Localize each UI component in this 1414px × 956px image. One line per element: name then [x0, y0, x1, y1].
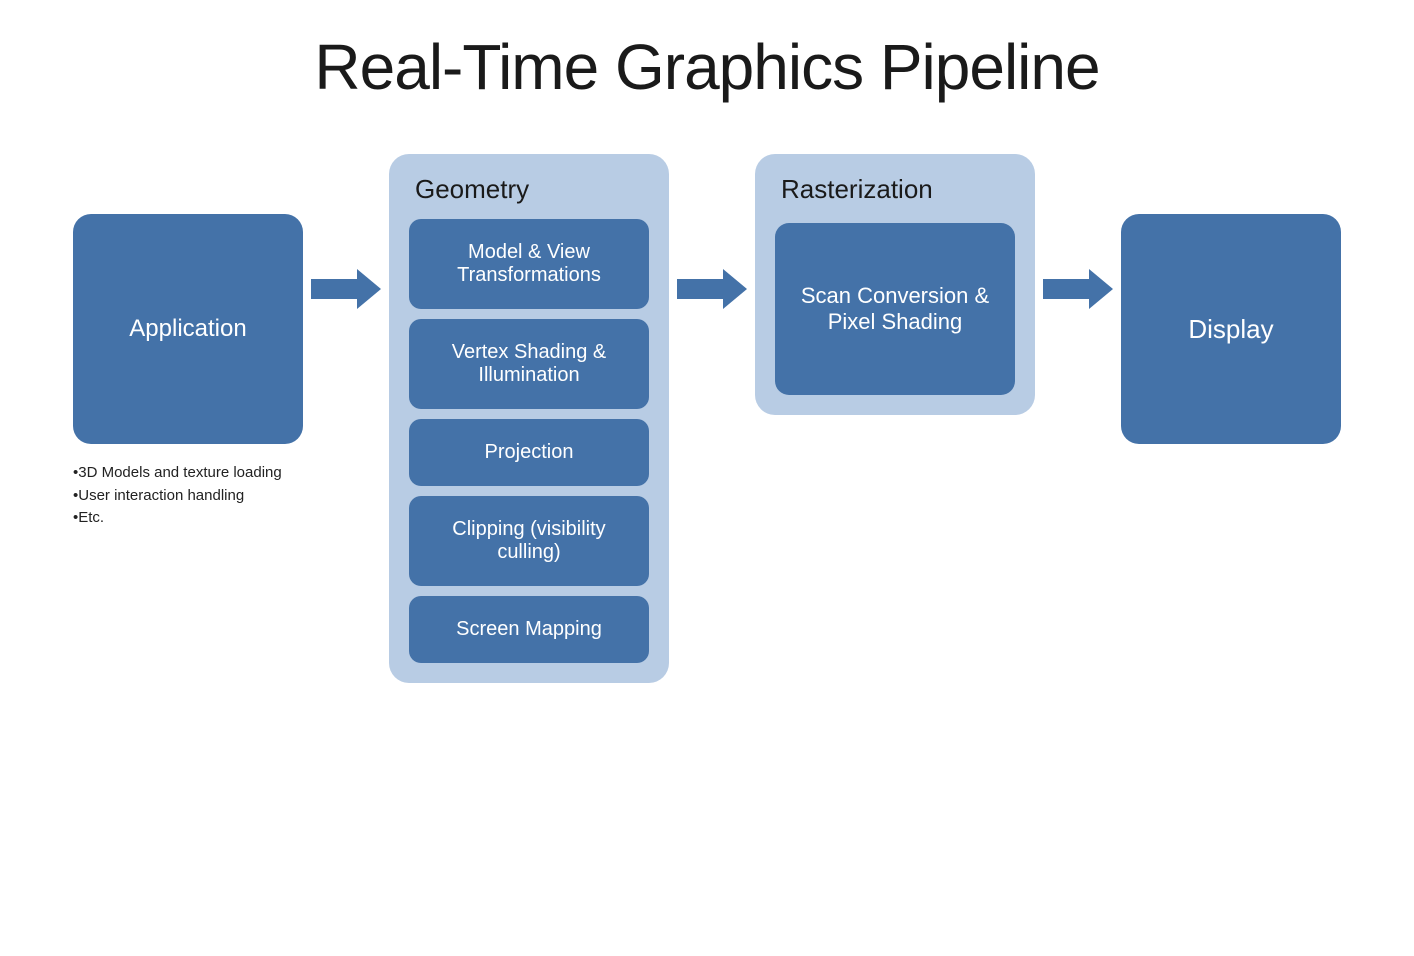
display-section: Display	[1121, 214, 1341, 444]
display-label: Display	[1188, 314, 1273, 345]
pipeline-container: Application •3D Models and texture loadi…	[0, 154, 1414, 683]
application-section: Application •3D Models and texture loadi…	[73, 214, 303, 530]
arrow-2	[677, 264, 747, 314]
app-note-1: •3D Models and texture loading	[73, 462, 282, 485]
app-note-3: •Etc.	[73, 507, 282, 530]
arrow-3	[1043, 264, 1113, 314]
scan-conversion-box: Scan Conversion & Pixel Shading	[775, 223, 1015, 395]
application-box: Application	[73, 214, 303, 444]
stage-clipping: Clipping (visibility culling)	[409, 496, 649, 586]
rasterization-label: Rasterization	[773, 174, 933, 205]
stage-vertex-shading: Vertex Shading & Illumination	[409, 319, 649, 409]
page-title: Real-Time Graphics Pipeline	[0, 0, 1414, 144]
geometry-group: Geometry Model & View Transformations Ve…	[389, 154, 669, 683]
stage-projection: Projection	[409, 419, 649, 486]
app-note-2: •User interaction handling	[73, 485, 282, 508]
rasterization-group: Rasterization Scan Conversion & Pixel Sh…	[755, 154, 1035, 415]
stage-screen-mapping: Screen Mapping	[409, 596, 649, 663]
application-label: Application	[129, 315, 246, 343]
stage-model-view: Model & View Transformations	[409, 219, 649, 309]
geometry-label: Geometry	[407, 174, 529, 205]
application-notes: •3D Models and texture loading •User int…	[73, 462, 282, 530]
display-box: Display	[1121, 214, 1341, 444]
arrow-1	[311, 264, 381, 314]
